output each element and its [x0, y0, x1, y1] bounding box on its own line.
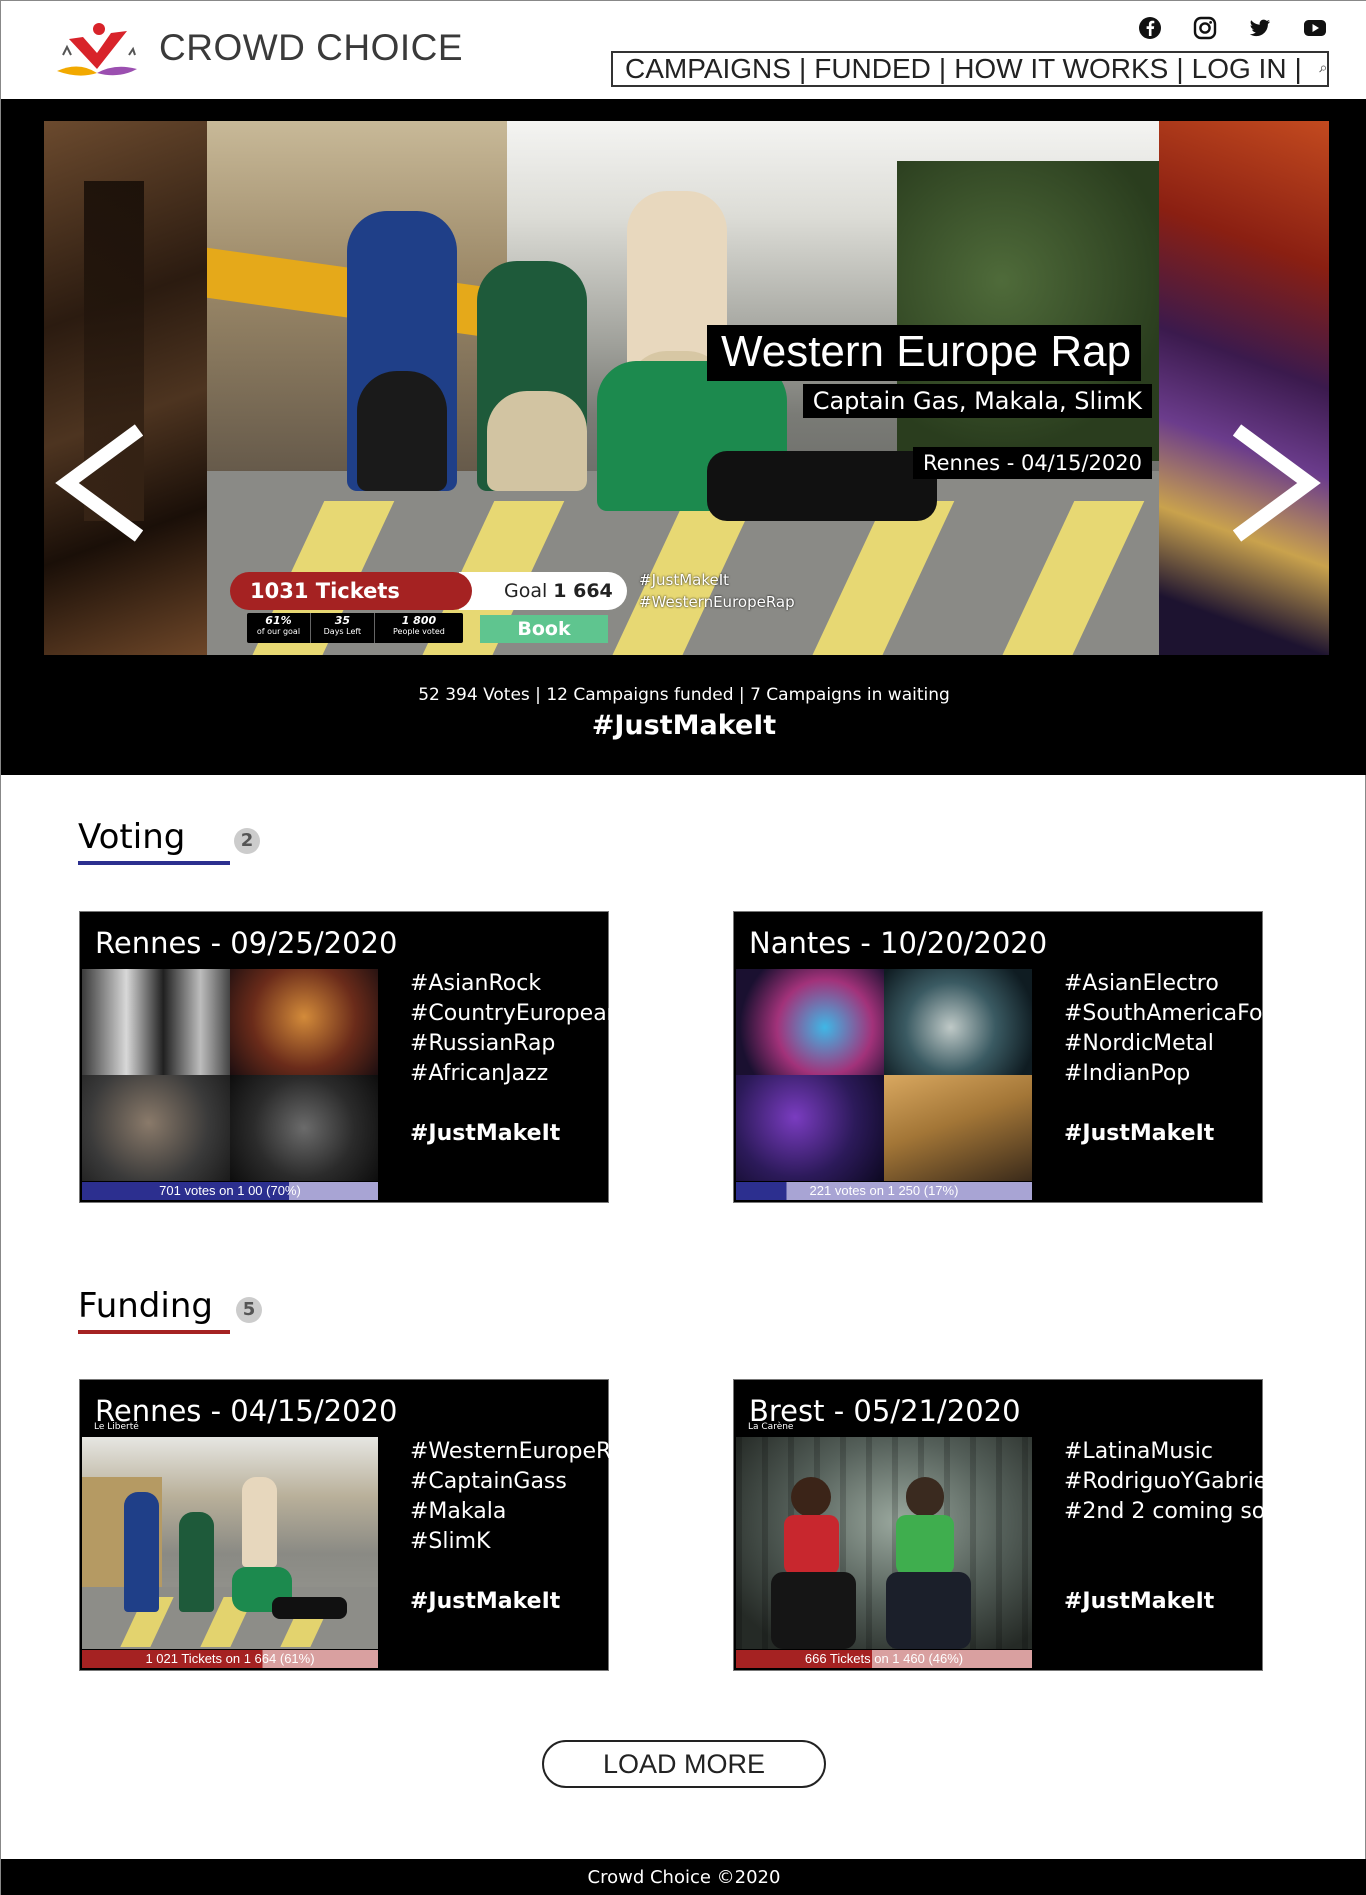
- stat-value: 35: [334, 614, 351, 627]
- card-tag[interactable]: #LatinaMusic: [1064, 1437, 1293, 1467]
- voting-card[interactable]: Rennes - 09/25/2020 #AsianRock #CountryE…: [79, 911, 621, 1203]
- card-tags: #AsianElectro #SouthAmericaFolk #NordicM…: [1064, 969, 1281, 1149]
- hero-tags: #JustMakeIt #WesternEuropeRap: [639, 569, 795, 613]
- stat-value: 1 800: [401, 614, 437, 627]
- hero-carousel: [1, 99, 1366, 775]
- card-tags: #AsianRock #CountryEuropean #RussianRap …: [410, 969, 621, 1149]
- voting-underline: [78, 861, 230, 865]
- voting-title: Voting: [78, 817, 186, 857]
- search-icon[interactable]: [1318, 55, 1327, 83]
- stat-value: 61%: [265, 614, 292, 627]
- nav-separator: |: [798, 53, 807, 84]
- stat-goal-percent: 61% of our goal: [247, 613, 311, 643]
- nav-log-in[interactable]: LOG IN: [1192, 53, 1287, 85]
- hero-tag[interactable]: #JustMakeIt: [639, 569, 795, 591]
- stat-label: People voted: [392, 627, 445, 636]
- funding-count-badge: 5: [236, 1297, 262, 1323]
- progress-text: 666 Tickets on 1 460 (46%): [804, 1651, 964, 1666]
- card-venue: La Carène: [748, 1422, 794, 1432]
- instagram-icon[interactable]: [1192, 15, 1218, 41]
- card-hashtag: #JustMakeIt: [410, 1121, 561, 1146]
- funding-underline: [78, 1330, 230, 1334]
- goal-label: Goal: [504, 580, 548, 602]
- site-stats: 52 394 Votes | 12 Campaigns funded | 7 C…: [418, 685, 950, 705]
- card-tag[interactable]: #AfricanJazz: [410, 1059, 621, 1089]
- card-hashtag: #JustMakeIt: [1064, 1589, 1215, 1614]
- nav-how-it-works[interactable]: HOW IT WORKS: [954, 53, 1168, 85]
- twitter-icon[interactable]: [1247, 15, 1273, 41]
- nav-separator: |: [1176, 53, 1184, 84]
- voting-card[interactable]: Nantes - 10/20/2020 #AsianElectro #South…: [733, 911, 1281, 1203]
- facebook-icon[interactable]: [1137, 15, 1163, 41]
- card-tags: #LatinaMusic #RodriguoYGabriela #2nd 2 c…: [1064, 1437, 1293, 1617]
- card-tag[interactable]: #AsianRock: [410, 969, 621, 999]
- progress-text: 1 021 Tickets on 1 664 (61%): [145, 1651, 315, 1666]
- card-title: Nantes - 10/20/2020: [749, 926, 1048, 960]
- progress-bar: 221 votes on 1 250 (17%): [736, 1182, 1032, 1200]
- card-tag[interactable]: #SouthAmericaFolk: [1064, 999, 1281, 1029]
- carousel-next-arrow-icon[interactable]: [1233, 424, 1323, 542]
- main-nav: CAMPAIGNS | FUNDED | HOW IT WORKS | LOG …: [611, 51, 1329, 87]
- card-tag[interactable]: #AsianElectro: [1064, 969, 1281, 999]
- nav-separator: |: [938, 53, 947, 84]
- card-tag[interactable]: #CaptainGass: [410, 1467, 638, 1497]
- nav-campaigns[interactable]: CAMPAIGNS: [625, 53, 791, 85]
- progress-bar: 701 votes on 1 00 (70%): [82, 1182, 378, 1200]
- next-slide-image[interactable]: [1159, 121, 1329, 655]
- card-image: [82, 1437, 378, 1649]
- progress-bar: 1 021 Tickets on 1 664 (61%): [82, 1650, 378, 1668]
- nav-separator: |: [1294, 53, 1302, 84]
- voting-count-badge: 2: [234, 828, 260, 854]
- card-tag[interactable]: #Makala: [410, 1497, 638, 1527]
- card-tag[interactable]: #WesternEuropeRap: [410, 1437, 638, 1467]
- page: CROWD CHOICE CAMPAIGNS | FUNDED | HOW IT…: [0, 0, 1366, 1895]
- hero-stats-box: 61% of our goal 35 Days Left 1 800 Peopl…: [247, 613, 463, 643]
- load-more-button[interactable]: LOAD MORE: [542, 1740, 826, 1788]
- funding-card[interactable]: Brest - 05/21/2020 La Carène #LatinaMusi…: [733, 1379, 1293, 1671]
- card-tag[interactable]: #SlimK: [410, 1527, 638, 1557]
- stat-label: Days Left: [323, 627, 362, 636]
- tickets-pill: 1031 Tickets: [230, 572, 472, 610]
- logo-icon[interactable]: [49, 19, 147, 81]
- carousel-prev-arrow-icon[interactable]: [53, 424, 143, 542]
- book-button[interactable]: Book: [480, 615, 608, 643]
- card-tag[interactable]: #RussianRap: [410, 1029, 621, 1059]
- funding-card[interactable]: Rennes - 04/15/2020 Le Liberté #WesternE…: [79, 1379, 638, 1671]
- card-hashtag: #JustMakeIt: [1064, 1121, 1215, 1146]
- card-image: [736, 1437, 1032, 1649]
- nav-funded[interactable]: FUNDED: [814, 53, 931, 85]
- hero-title: Western Europe Rap: [707, 325, 1142, 381]
- progress-text: 221 votes on 1 250 (17%): [809, 1183, 959, 1198]
- stat-people-voted: 1 800 People voted: [375, 613, 463, 643]
- card-title: Rennes - 04/15/2020: [95, 1394, 398, 1428]
- card-tag[interactable]: #2nd 2 coming soon: [1064, 1497, 1293, 1527]
- progress-bar: 666 Tickets on 1 460 (46%): [736, 1650, 1032, 1668]
- previous-slide-image[interactable]: [44, 121, 207, 655]
- card-hashtag: #JustMakeIt: [410, 1589, 561, 1614]
- hero-hashtag: #JustMakeIt: [591, 710, 777, 741]
- card-tag[interactable]: #IndianPop: [1064, 1059, 1281, 1089]
- hero-place-date: Rennes - 04/15/2020: [912, 447, 1152, 479]
- progress-text: 701 votes on 1 00 (70%): [159, 1183, 301, 1198]
- stat-days-left: 35 Days Left: [311, 613, 375, 643]
- card-tag[interactable]: #NordicMetal: [1064, 1029, 1281, 1059]
- funding-title: Funding: [78, 1286, 213, 1326]
- card-image-collage: [82, 969, 378, 1181]
- goal-pill: Goal 1 664: [459, 572, 627, 610]
- hero-tag[interactable]: #WesternEuropeRap: [639, 591, 795, 613]
- card-tags: #WesternEuropeRap #CaptainGass #Makala #…: [410, 1437, 638, 1617]
- card-title: Rennes - 09/25/2020: [95, 926, 398, 960]
- youtube-icon[interactable]: [1302, 15, 1328, 41]
- card-venue: Le Liberté: [94, 1422, 139, 1432]
- brand-name[interactable]: CROWD CHOICE: [159, 27, 463, 69]
- footer: Crowd Choice ©2020: [1, 1859, 1366, 1895]
- hero-artists: Captain Gas, Makala, SlimK: [802, 384, 1152, 418]
- card-tag[interactable]: #CountryEuropean: [410, 999, 621, 1029]
- card-image-collage: [736, 969, 1032, 1181]
- footer-text: Crowd Choice ©2020: [587, 1867, 781, 1888]
- header: CROWD CHOICE CAMPAIGNS | FUNDED | HOW IT…: [1, 1, 1366, 99]
- card-tag[interactable]: #RodriguoYGabriela: [1064, 1467, 1293, 1497]
- stat-label: of our goal: [256, 627, 301, 636]
- goal-value: 1 664: [553, 580, 613, 602]
